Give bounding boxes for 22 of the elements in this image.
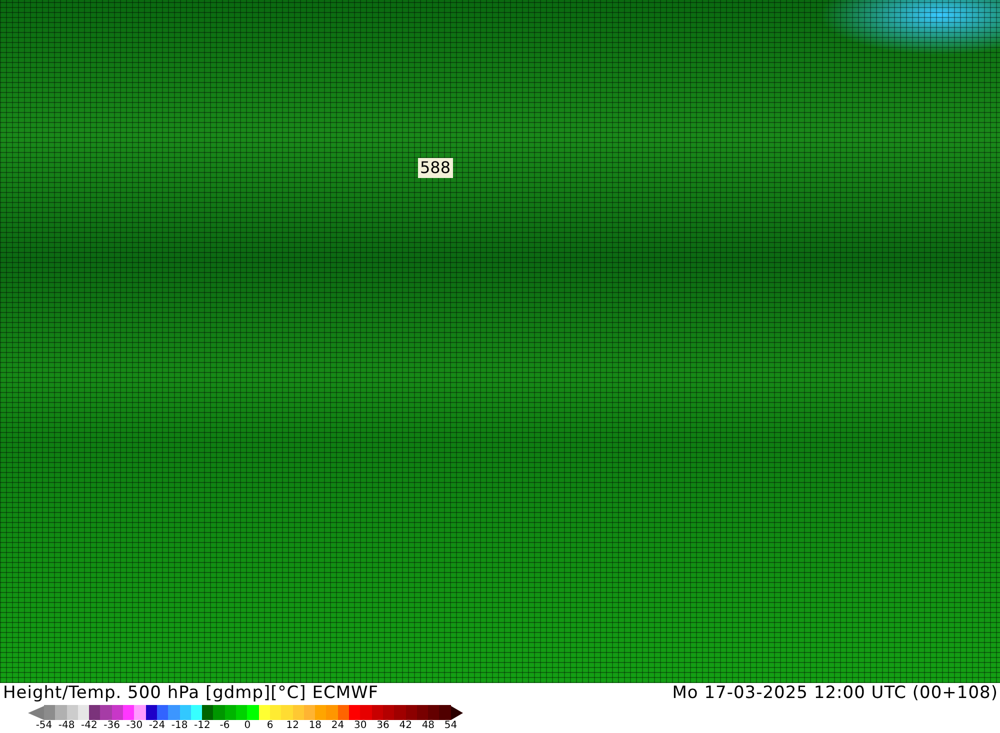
scale-label: -36	[104, 720, 120, 732]
scale-label: 36	[376, 720, 390, 732]
scale-label: -42	[81, 720, 98, 732]
scale-label: -30	[126, 720, 143, 732]
scale-label: 54	[444, 720, 458, 732]
scale-label: 30	[354, 720, 367, 732]
scale-label: 18	[308, 720, 322, 732]
scale-label: -6	[220, 720, 230, 732]
scale-label: -24	[148, 720, 166, 732]
scale-label: -12	[194, 720, 210, 732]
valid-time: Mo 17-03-2025 12:00 UTC (00+108)	[672, 683, 998, 703]
scale-label: -48	[58, 720, 75, 732]
chart-title: Height/Temp. 500 hPa [gdmp][°C] ECMWF	[3, 683, 379, 703]
scale-label: 6	[266, 720, 274, 732]
scale-label: 12	[286, 720, 299, 732]
scale-label: -18	[171, 720, 188, 732]
contour-label: 588	[418, 158, 453, 178]
scale-label: 48	[422, 720, 435, 732]
scale-label: 42	[399, 720, 412, 732]
scale-label: 24	[331, 720, 344, 732]
scale-label: 0	[244, 720, 251, 732]
scale-label: -54	[36, 720, 52, 732]
